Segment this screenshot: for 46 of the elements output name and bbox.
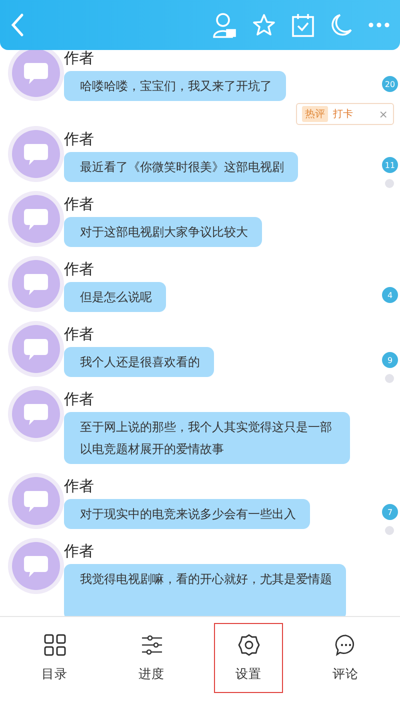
message-bubble: 但是怎么说呢 xyxy=(64,282,166,312)
settings-icon xyxy=(238,634,260,656)
avatar xyxy=(12,130,60,178)
moon-icon[interactable] xyxy=(330,13,352,37)
author-name: 作者 xyxy=(64,477,94,496)
avatar xyxy=(12,260,60,308)
toolbar-tab[interactable]: 目录 xyxy=(20,623,89,693)
author-name: 作者 xyxy=(64,130,94,149)
avatar xyxy=(12,542,60,590)
message-bubble: 对于这部电视剧大家争议比较大 xyxy=(64,217,262,247)
more-icon[interactable] xyxy=(368,22,390,28)
hot-comment-tag[interactable]: 热评 打卡 × xyxy=(296,103,394,125)
author-name: 作者 xyxy=(64,195,94,214)
back-icon[interactable] xyxy=(10,13,24,37)
comment-icon xyxy=(334,634,356,656)
message-bubble: 至于网上说的那些，我个人其实觉得这只是一部以电竞题材展开的爱情故事 xyxy=(64,412,350,464)
star-icon[interactable] xyxy=(252,13,276,37)
message-bubble: 我个人还是很喜欢看的 xyxy=(64,347,214,377)
avatar xyxy=(12,195,60,243)
sliders-icon xyxy=(140,634,162,656)
comment-count-badge[interactable]: 9 xyxy=(382,352,398,368)
grid-icon xyxy=(44,634,66,656)
comment-count-badge[interactable]: 4 xyxy=(382,287,398,303)
comment-count-badge[interactable]: 7 xyxy=(382,504,398,520)
message-bubble: 哈喽哈喽，宝宝们，我又来了开坑了 xyxy=(64,71,286,101)
toolbar-tab[interactable]: 进度 xyxy=(117,623,186,693)
close-button[interactable]: × xyxy=(378,108,388,120)
comment-count-badge[interactable]: 20 xyxy=(382,76,398,92)
avatar xyxy=(12,390,60,438)
toolbar-tab[interactable]: 评论 xyxy=(311,623,380,693)
avatar xyxy=(12,477,60,525)
author-name: 作者 xyxy=(64,260,94,279)
message-bubble: 对于现实中的电竞来说多少会有一些出入 xyxy=(64,499,310,529)
author-name: 作者 xyxy=(64,49,94,68)
toolbar-tab[interactable]: 设置 xyxy=(214,623,283,693)
avatar xyxy=(12,49,60,97)
tag-text: 打卡 xyxy=(333,108,354,121)
message-bubble: 最近看了《你微笑时很美》这部电视剧 xyxy=(64,152,298,182)
user-icon[interactable] xyxy=(212,12,236,38)
author-name: 作者 xyxy=(64,542,94,561)
calendar-check-icon[interactable] xyxy=(292,13,314,37)
author-name: 作者 xyxy=(64,325,94,344)
comment-count-badge[interactable]: 11 xyxy=(382,157,398,173)
avatar xyxy=(12,325,60,373)
tag-label: 热评 xyxy=(302,106,328,122)
author-name: 作者 xyxy=(64,390,94,409)
